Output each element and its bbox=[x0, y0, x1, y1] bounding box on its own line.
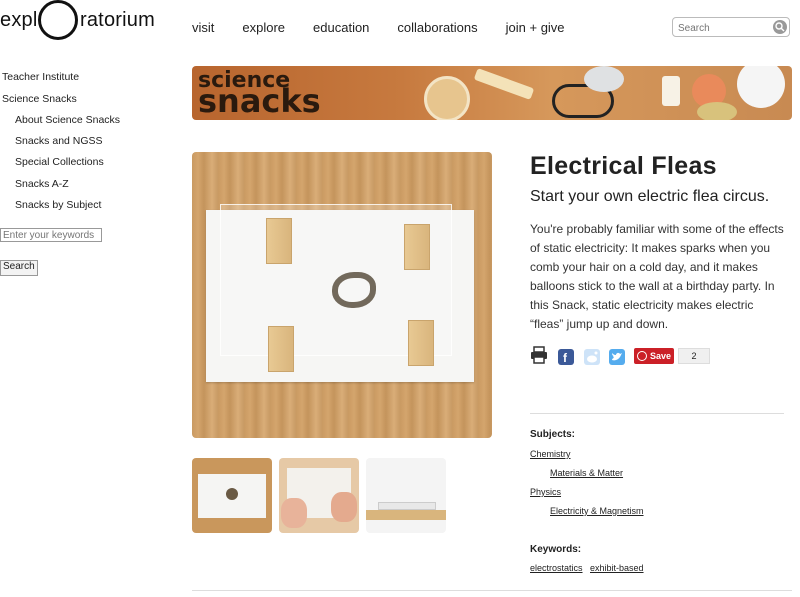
pins-icon bbox=[697, 102, 737, 120]
wood-block bbox=[268, 326, 294, 372]
pinterest-icon bbox=[637, 351, 647, 361]
flea-pile bbox=[332, 272, 376, 308]
pin-label: Save bbox=[650, 351, 672, 361]
exploratorium-logo[interactable]: expl ratorium bbox=[0, 0, 160, 46]
science-snacks-banner: science snacks bbox=[192, 66, 792, 120]
thumbnail-2[interactable] bbox=[279, 458, 359, 533]
page-subtitle: Start your own electric flea circus. bbox=[530, 188, 770, 205]
clothespin-icon bbox=[473, 68, 535, 100]
washers-icon bbox=[584, 66, 624, 92]
nav-education[interactable]: education bbox=[313, 20, 369, 35]
sidebar-item-science-snacks[interactable]: Science Snacks bbox=[2, 93, 77, 105]
logo-text-right: ratorium bbox=[80, 9, 155, 31]
logo-text-left: expl bbox=[0, 9, 38, 31]
wood-block bbox=[404, 224, 430, 270]
site-search bbox=[672, 17, 790, 37]
nav-visit[interactable]: visit bbox=[192, 20, 214, 35]
keyword-link-electrostatics[interactable]: electrostatics bbox=[530, 563, 583, 573]
subjects-label: Subjects: bbox=[530, 429, 576, 440]
sidebar-item-about[interactable]: About Science Snacks bbox=[15, 114, 120, 126]
subject-link-electricity-magnetism[interactable]: Electricity & Magnetism bbox=[550, 506, 644, 516]
twitter-icon[interactable] bbox=[609, 349, 625, 365]
thumbnail-1[interactable] bbox=[192, 458, 272, 533]
svg-text:f: f bbox=[563, 351, 568, 365]
pinterest-save-button[interactable]: Save bbox=[634, 348, 674, 364]
footer-divider bbox=[192, 590, 792, 591]
wood-block bbox=[408, 320, 434, 366]
main-nav: visit explore education collaborations j… bbox=[192, 20, 593, 35]
description: You're probably familiar with some of th… bbox=[530, 222, 784, 331]
subject-link-chemistry[interactable]: Chemistry bbox=[530, 449, 571, 459]
nav-explore[interactable]: explore bbox=[242, 20, 285, 35]
pin-count: 2 bbox=[678, 348, 710, 364]
reddit-icon[interactable] bbox=[584, 349, 600, 365]
subject-link-physics[interactable]: Physics bbox=[530, 487, 561, 497]
sidebar-item-special-collections[interactable]: Special Collections bbox=[15, 156, 104, 168]
keyword-link-exhibit-based[interactable]: exhibit-based bbox=[590, 563, 644, 573]
site-search-input[interactable] bbox=[678, 20, 770, 37]
search-icon[interactable] bbox=[773, 20, 787, 34]
keywords-label: Keywords: bbox=[530, 544, 582, 555]
keyword-search-input[interactable] bbox=[0, 228, 102, 242]
divider bbox=[530, 413, 784, 414]
wood-block bbox=[266, 218, 292, 264]
nav-join-give[interactable]: join + give bbox=[506, 20, 565, 35]
glue-icon bbox=[662, 76, 680, 106]
sidebar-item-a-z[interactable]: Snacks A-Z bbox=[15, 178, 69, 190]
keyword-search-button[interactable]: Search bbox=[0, 260, 38, 276]
page-title: Electrical Fleas bbox=[530, 152, 717, 180]
logo-ring-icon bbox=[38, 0, 78, 40]
thumbnail-3[interactable] bbox=[366, 458, 446, 533]
sidebar-item-teacher-institute[interactable]: Teacher Institute bbox=[2, 71, 79, 83]
nav-collaborations[interactable]: collaborations bbox=[397, 20, 477, 35]
yarn-icon bbox=[737, 66, 785, 108]
sidebar-item-by-subject[interactable]: Snacks by Subject bbox=[15, 199, 101, 211]
main-photo[interactable] bbox=[192, 152, 492, 438]
banner-line2: snacks bbox=[198, 82, 321, 120]
sidebar-item-ngss[interactable]: Snacks and NGSS bbox=[15, 135, 103, 147]
print-icon[interactable] bbox=[530, 346, 548, 364]
rubber-bands-icon bbox=[424, 76, 470, 120]
subject-link-materials-matter[interactable]: Materials & Matter bbox=[550, 468, 623, 478]
facebook-icon[interactable]: f bbox=[558, 349, 574, 365]
